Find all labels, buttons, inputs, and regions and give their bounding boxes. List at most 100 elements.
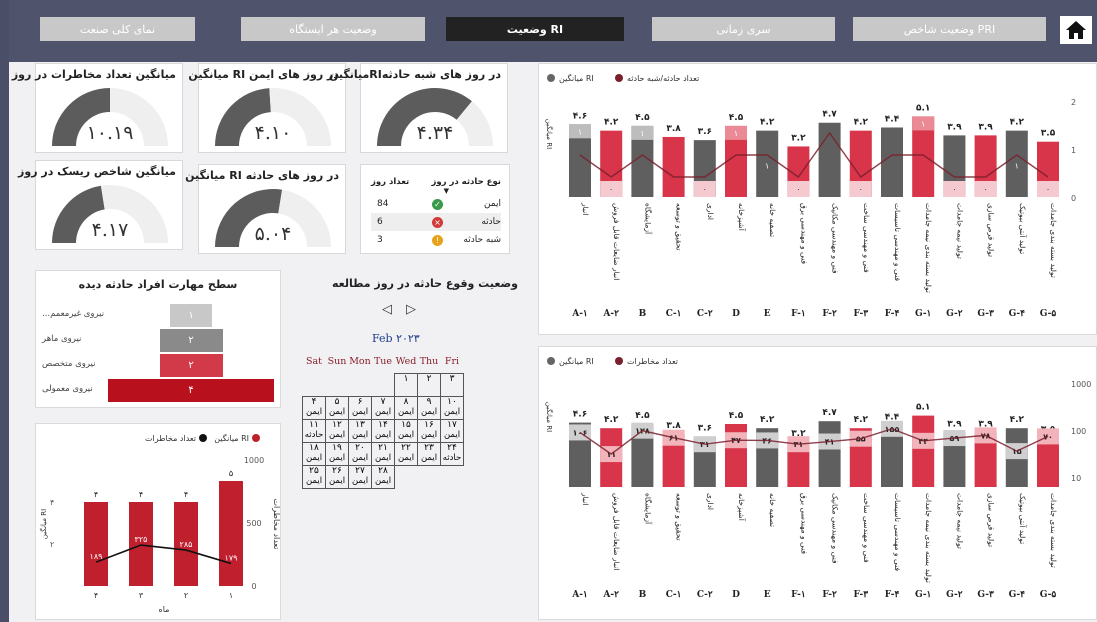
day-status: ایمن (397, 453, 415, 463)
bar-ri-label: ۴.۶ (573, 111, 587, 121)
day-status: ایمن (328, 407, 346, 417)
day-type-row[interactable]: 84 ✓ ایمن (371, 195, 501, 213)
station-code: F-۱ (791, 590, 806, 600)
skill-bar[interactable]: ۲ (159, 354, 223, 377)
station-bar[interactable] (881, 127, 903, 197)
bar-ri-label: ۴.۶ (573, 410, 587, 420)
legend-count: تعداد مخاطرات (627, 357, 678, 366)
calendar-day[interactable]: ۲۸ ایمن (371, 465, 395, 489)
calendar-day[interactable]: ۱۰ ایمن (440, 396, 464, 420)
station-name: فنی و مهندسی برق (799, 203, 808, 265)
calendar-day[interactable]: ۳ (440, 373, 464, 397)
station-code: F-۲ (822, 309, 837, 319)
station-name: تولید بسته بندی جامدات (1049, 493, 1058, 568)
calendar-day[interactable]: ۱۸ ایمن (302, 442, 326, 466)
station-bar[interactable] (1037, 438, 1059, 487)
month-bar[interactable] (219, 481, 243, 586)
calendar-day[interactable]: ۵ ایمن (325, 396, 349, 420)
calendar-day[interactable]: ۱۱ حادثه (302, 419, 326, 443)
bar-ri-label: ۳.۶ (698, 424, 712, 434)
calendar-day[interactable]: ۱۴ ایمن (371, 419, 395, 443)
calendar-day[interactable]: ۲۴ حادثه (440, 442, 464, 466)
tab-pri-status[interactable]: وضعیت شاخص PRI (853, 17, 1046, 41)
station-code: C-۱ (666, 590, 682, 600)
sort-arrow-icon[interactable]: ▼ (371, 187, 501, 195)
calendar-day[interactable]: ۹ ایمن (417, 396, 441, 420)
bar-ri-label: ۵ (229, 469, 233, 478)
skill-bar[interactable]: ۲ (159, 329, 223, 352)
calendar-day[interactable]: ۱۳ ایمن (348, 419, 372, 443)
calendar-day[interactable]: ۱ (394, 373, 418, 397)
calendar-day[interactable]: ۲۰ ایمن (348, 442, 372, 466)
skill-bar[interactable]: ۴ (108, 379, 274, 402)
incident-count-label: ۰ (796, 185, 800, 194)
axis-tick: 1000 (244, 456, 264, 465)
calendar-day[interactable]: ۱۶ ایمن (417, 419, 441, 443)
bar-ri-label: ۴.۲ (854, 118, 869, 128)
calendar-day[interactable]: ۷ ایمن (371, 396, 395, 420)
calendar-day[interactable]: ۲ (417, 373, 441, 397)
day-number: ۲۷ (355, 466, 365, 476)
station-bar[interactable] (662, 136, 685, 197)
bar-ri-label: ۴.۲ (760, 118, 775, 128)
prev-month-icon[interactable]: ◁ (382, 302, 392, 317)
station-bar[interactable] (912, 415, 935, 487)
incident-chart-panel: میانگین RI تعداد حادثه/شبه حادثه میانگین R… (538, 63, 1097, 335)
calendar-day[interactable]: ۱۷ ایمن (440, 419, 464, 443)
home-icon[interactable] (1060, 16, 1092, 44)
day-type-row[interactable]: 6 × حادثه (371, 213, 501, 231)
calendar-day[interactable]: ۸ ایمن (394, 396, 418, 420)
day-status: ایمن (351, 407, 369, 417)
y-axis-label: تعداد مخاطرات (272, 498, 281, 549)
tab-station-status[interactable]: وضعیت هر ایستگاه (241, 17, 425, 41)
day-number: ۱۰ (447, 397, 457, 407)
day-status: ایمن (328, 430, 346, 440)
day-number: ۴ (311, 397, 317, 407)
incident-count-label: ۱ (765, 162, 769, 171)
calendar-day[interactable]: ۲۵ ایمن (302, 465, 326, 489)
calendar-day[interactable]: ۴ ایمن (302, 396, 326, 420)
station-bar[interactable] (818, 421, 841, 487)
station-code: G-۲ (946, 590, 963, 600)
calendar-day[interactable]: ۱۹ ایمن (325, 442, 349, 466)
incident-chart: میانگین RI تعداد حادثه/شبه حادثه میانگین R… (545, 73, 1076, 319)
axis-tick: 100 (1071, 427, 1086, 436)
calendar-day[interactable]: ۲۳ ایمن (417, 442, 441, 466)
calendar-day[interactable]: ۲۲ ایمن (394, 442, 418, 466)
weekday-header: Wed (395, 356, 417, 367)
skill-bar[interactable]: ۱ (170, 304, 212, 327)
calendar-day[interactable]: ۱۵ ایمن (394, 419, 418, 443)
month-bar[interactable] (84, 502, 108, 586)
bar-ri-label: ۳.۶ (698, 127, 712, 137)
tab-time-series[interactable]: سری زمانی (652, 17, 835, 41)
tab-industry-overview[interactable]: نمای کلی صنعت (40, 17, 195, 41)
calendar-day[interactable]: ۱۲ ایمن (325, 419, 349, 443)
bar-ri-label: ۴.۴ (885, 114, 900, 124)
bar-ri-label: ۴.۵ (729, 113, 744, 123)
incident-count-label: ۰ (859, 185, 863, 194)
bar-ri-label: ۳.۹ (978, 122, 993, 132)
calendar-day[interactable]: ۲۱ ایمن (371, 442, 395, 466)
station-name: آزمایشگاه (643, 203, 653, 235)
bar-ri-label: ۴.۲ (604, 118, 619, 128)
legend-ri: میانگین RI (559, 356, 594, 366)
calendar-day[interactable]: ۶ ایمن (348, 396, 372, 420)
legend-dot-ri (547, 357, 555, 365)
station-name: تولید نیمه جامدات (955, 493, 964, 549)
day-number: ۱۴ (378, 420, 388, 430)
day-type-row[interactable]: 3! شبه حادثه (371, 231, 501, 249)
monthly-chart-panel: میانگین RI تعداد مخاطرات 0 500 1000 ۲ ۴ تعداد م… (35, 423, 281, 620)
y-axis-label-right: میانگین RI (39, 509, 48, 539)
calendar-day[interactable]: ۲۶ ایمن (325, 465, 349, 489)
station-code: A-۱ (571, 590, 588, 600)
calendar-empty (441, 466, 464, 489)
tab-ri-status[interactable]: وضعیت RI (446, 17, 624, 41)
gauge-value: ۴.۳۴ (416, 122, 454, 144)
station-name: تولید آنتی بیوتیک (1018, 203, 1028, 254)
calendar-day[interactable]: ۲۷ ایمن (348, 465, 372, 489)
station-code: C-۱ (666, 309, 682, 319)
y-axis-label: میانگین RI (545, 119, 554, 149)
next-month-icon[interactable]: ▷ (406, 302, 416, 317)
station-code: F-۲ (822, 590, 837, 600)
day-number: ۲۸ (378, 466, 388, 476)
